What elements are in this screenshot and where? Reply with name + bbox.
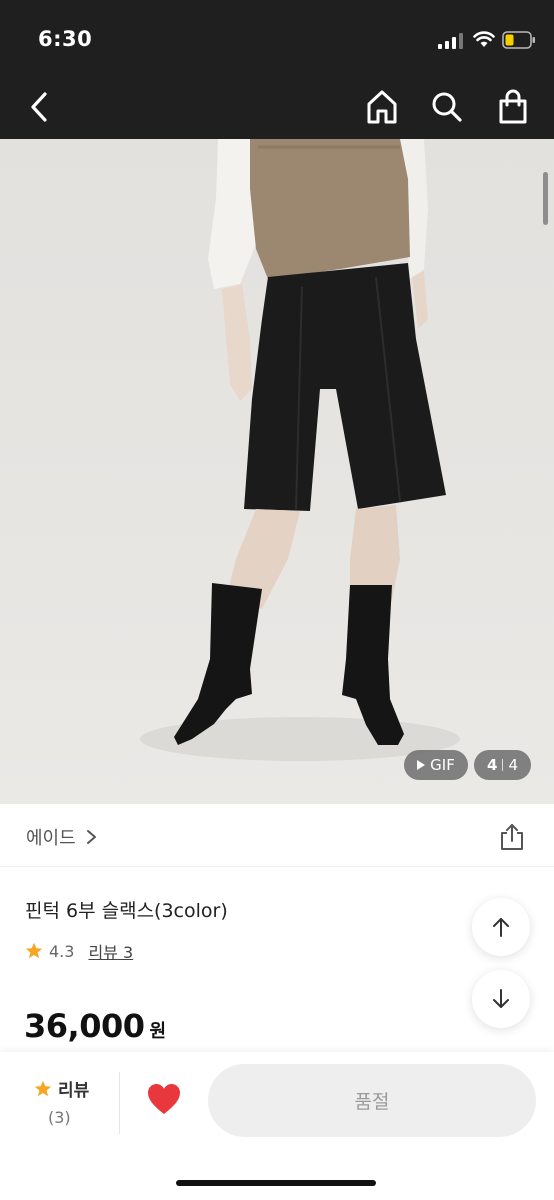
battery-icon — [502, 31, 535, 49]
image-total: 4 — [508, 756, 518, 774]
product-title: 핀턱 6부 슬랙스(3color) — [25, 900, 228, 922]
page-separator — [502, 759, 504, 771]
review-button[interactable]: 리뷰 (3) — [0, 1066, 120, 1136]
cellular-signal-icon — [438, 33, 463, 49]
review-count: (3) — [48, 1108, 71, 1127]
gif-toggle-button[interactable]: GIF — [404, 750, 468, 780]
review-link[interactable]: 리뷰 3 — [88, 939, 133, 963]
product-photo-illustration — [140, 139, 460, 761]
star-icon — [25, 942, 43, 959]
status-time: 6:30 — [38, 27, 93, 51]
price-value: 36,000 — [24, 1007, 145, 1045]
back-icon[interactable] — [26, 90, 54, 124]
price-unit: 원 — [149, 1021, 167, 1042]
wifi-icon — [473, 31, 495, 47]
brand-link[interactable]: 에이드 — [26, 824, 97, 850]
chevron-right-icon — [86, 830, 96, 844]
divider — [119, 1072, 120, 1134]
share-icon[interactable] — [498, 822, 526, 852]
star-icon — [34, 1080, 52, 1096]
play-icon — [417, 760, 426, 770]
heart-icon[interactable] — [146, 1082, 182, 1116]
scroll-down-button[interactable] — [472, 970, 530, 1028]
bottom-action-bar: 리뷰 (3) 품절 — [0, 1052, 554, 1200]
price: 36,000 원 — [24, 1007, 166, 1045]
brand-name: 에이드 — [26, 828, 76, 849]
brand-row: 에이드 — [0, 804, 554, 867]
image-page-indicator: 4 4 — [474, 750, 531, 780]
top-header: 6:30 — [0, 0, 554, 139]
home-indicator — [176, 1180, 376, 1186]
image-index: 4 — [487, 756, 498, 774]
home-icon[interactable] — [365, 88, 399, 126]
gif-label: GIF — [430, 756, 455, 774]
scroll-up-button[interactable] — [472, 898, 530, 956]
shopping-bag-icon[interactable] — [496, 88, 530, 126]
rating-row: 4.3 리뷰 3 — [25, 939, 133, 963]
arrow-up-icon — [493, 918, 509, 937]
search-icon[interactable] — [430, 88, 464, 126]
product-image[interactable] — [0, 139, 554, 804]
review-button-top: 리뷰 — [34, 1076, 89, 1101]
soldout-button[interactable]: 품절 — [208, 1064, 536, 1137]
arrow-down-icon — [493, 989, 509, 1008]
rating-value: 4.3 — [49, 941, 75, 961]
review-button-label: 리뷰 — [58, 1081, 90, 1101]
scroll-indicator — [543, 172, 548, 225]
